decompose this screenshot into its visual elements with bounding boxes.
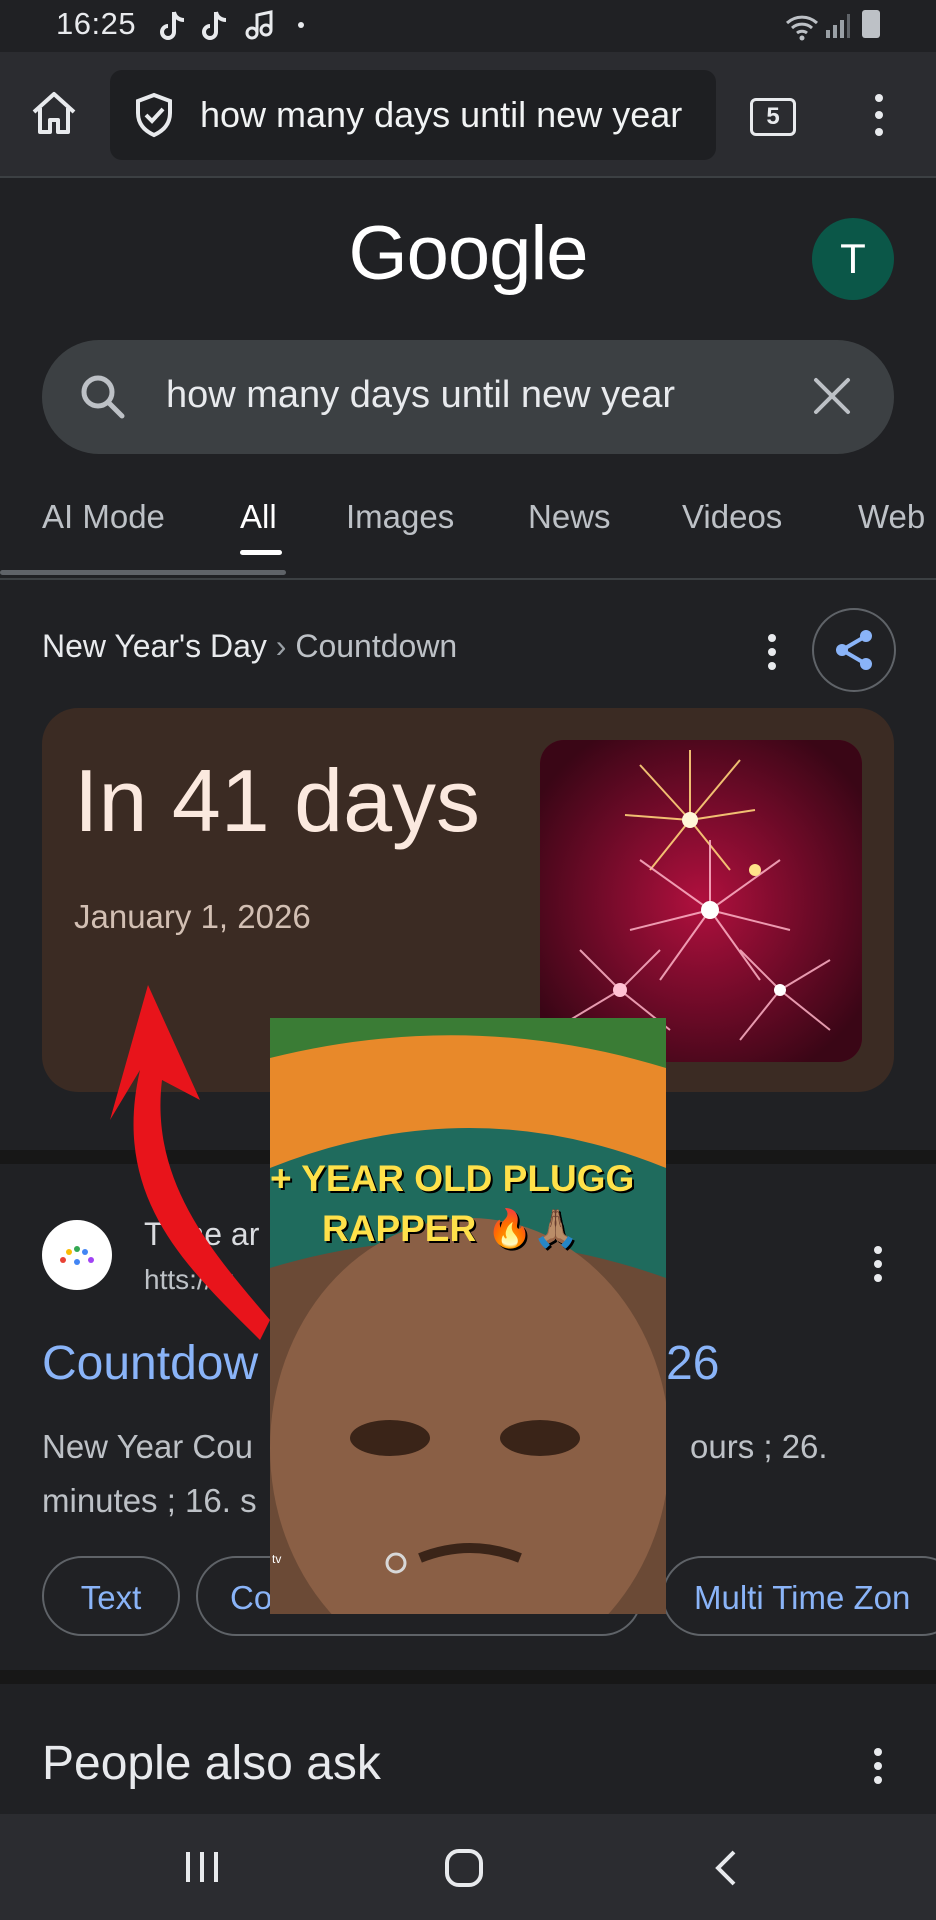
overlay-watermark: tv — [272, 1552, 282, 1566]
countdown-headline: In 41 days — [74, 751, 481, 850]
home-nav-icon[interactable] — [444, 1848, 484, 1893]
tabs-divider — [0, 578, 936, 580]
overlay-caption: + YEAR OLD PLUGG — [270, 1158, 635, 1199]
music-icon — [244, 10, 274, 47]
chip-multi-time-zone[interactable]: Multi Time Zon — [662, 1556, 936, 1636]
browser-toolbar: how many days until new year 5 — [0, 52, 936, 178]
tab-switcher-button[interactable]: 5 — [750, 98, 796, 136]
tabs-scroll-indicator — [0, 570, 286, 575]
search-box[interactable]: how many days until new year — [42, 340, 894, 454]
tab-web[interactable]: Web — [858, 498, 925, 536]
url-text[interactable]: how many days until new year — [200, 94, 682, 136]
breadcrumb-item: Countdown — [295, 628, 458, 664]
section-divider — [0, 1670, 936, 1684]
tab-all[interactable]: All — [240, 498, 277, 536]
share-button[interactable] — [812, 608, 896, 692]
share-icon — [836, 630, 872, 670]
more-options-icon[interactable] — [868, 1746, 888, 1786]
back-icon[interactable] — [712, 1848, 738, 1893]
active-tab-indicator — [240, 550, 282, 555]
result-snippet: New Year Cou — [42, 1428, 253, 1465]
people-also-ask-title: People also ask — [42, 1737, 381, 1790]
more-options-icon[interactable] — [868, 1244, 888, 1284]
chip-text[interactable]: Text — [42, 1556, 180, 1636]
recent-apps-icon[interactable] — [184, 1850, 220, 1889]
countdown-date: January 1, 2026 — [74, 898, 311, 935]
result-snippet: ours ; 26. — [690, 1428, 828, 1465]
status-bar: 16:25 — [0, 0, 936, 52]
video-overlay[interactable]: + YEAR OLD PLUGG RAPPER 🔥🙏🏽 tv — [270, 1018, 666, 1614]
clear-icon[interactable] — [812, 376, 852, 421]
status-time: 16:25 — [56, 6, 137, 41]
red-arrow-annotation — [110, 985, 270, 1340]
notification-dot — [298, 22, 304, 28]
tiktok-icon — [200, 10, 230, 51]
breadcrumb-item: New Year's Day — [42, 628, 267, 664]
tab-videos[interactable]: Videos — [682, 498, 782, 536]
wifi-icon — [784, 12, 820, 47]
tab-news[interactable]: News — [528, 498, 611, 536]
more-options-icon[interactable] — [762, 632, 782, 672]
battery-icon — [862, 10, 880, 38]
account-avatar[interactable]: T — [812, 218, 894, 300]
overlay-caption: RAPPER 🔥🙏🏽 — [322, 1208, 579, 1249]
fireworks-image — [540, 740, 862, 1062]
tab-images[interactable]: Images — [346, 498, 454, 536]
system-navigation-bar — [0, 1814, 936, 1920]
breadcrumb: New Year's Day › Countdown — [42, 628, 457, 665]
google-logo[interactable]: Google — [0, 210, 936, 297]
tab-ai-mode[interactable]: AI Mode — [42, 498, 165, 536]
home-icon[interactable] — [28, 88, 80, 143]
video-frame-image — [270, 1018, 666, 1614]
search-icon[interactable] — [78, 372, 128, 427]
tiktok-icon — [158, 10, 188, 51]
signal-icon — [824, 12, 850, 45]
result-snippet: minutes ; 16. s — [42, 1482, 257, 1519]
browser-menu-icon[interactable] — [872, 90, 886, 145]
url-bar[interactable]: how many days until new year — [110, 70, 716, 160]
breadcrumb-separator: › — [266, 628, 296, 664]
result-title-link[interactable]: 26 — [666, 1336, 719, 1391]
search-input[interactable]: how many days until new year — [166, 374, 675, 417]
shield-icon[interactable] — [132, 92, 176, 143]
